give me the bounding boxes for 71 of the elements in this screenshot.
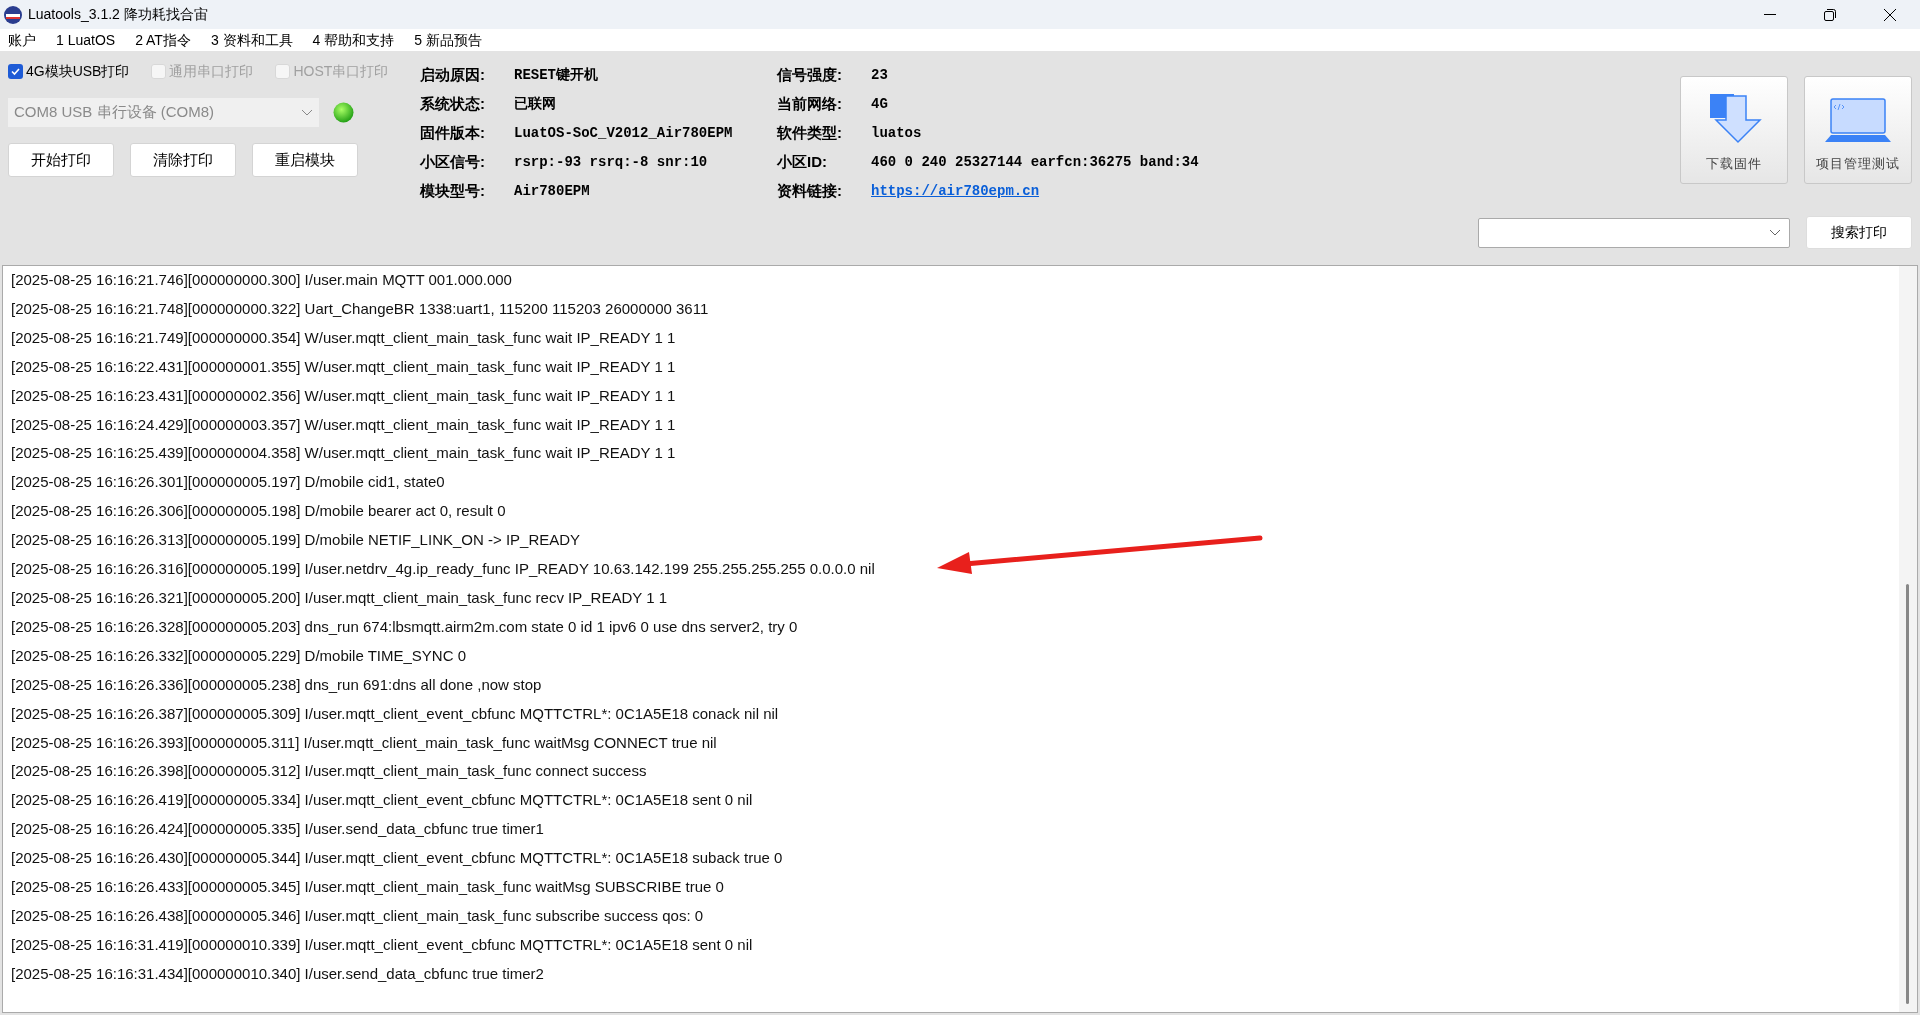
action-button[interactable]: 开始打印 — [8, 143, 114, 177]
info-value: 已联网 — [514, 95, 556, 114]
info-value: rsrp:-93 rsrq:-8 snr:10 — [514, 153, 708, 172]
log-line: [2025-08-25 16:16:21.749][000000000.354] W/user.mqtt_client_main_task_func wait IP_READY 1 1 — [11, 327, 676, 348]
close-icon — [1884, 8, 1896, 21]
dropdown-caret-icon — [301, 109, 313, 116]
menu-item[interactable]: 账户 — [8, 29, 36, 51]
info-label: 系统状态: — [420, 94, 486, 115]
log-line: [2025-08-25 16:16:26.419][000000005.334] I/user.mqtt_client_event_cbfunc MQTTCTRL*: 0C1A5E18 sent 0 nil — [11, 790, 753, 811]
log-line: [2025-08-25 16:16:25.439][000000004.358] W/user.mqtt_client_main_task_func wait IP_READY 1 1 — [11, 443, 676, 464]
search-field[interactable] — [1478, 217, 1790, 248]
action-button[interactable]: 重启模块 — [252, 143, 358, 177]
log-line: [2025-08-25 16:16:26.433][000000005.345] I/user.mqtt_client_main_task_func waitMsg SUBSCRIBE true 0 — [11, 877, 724, 898]
info-link[interactable]: https://air780epm.cn — [871, 181, 1040, 202]
menu-item[interactable]: 4 帮助和支持 — [312, 29, 395, 51]
checkbox[interactable] — [8, 63, 23, 79]
search-print-button[interactable]: 搜索打印 — [1806, 216, 1912, 249]
info-value: 460 0 240 25327144 earfcn:36275 band:34 — [871, 153, 1199, 172]
info-value: 23 — [871, 66, 888, 85]
log-line: [2025-08-25 16:16:26.306][000000005.198] D/mobile bearer act 0, result 0 — [11, 501, 506, 522]
status-led-icon — [333, 102, 354, 123]
log-line: [2025-08-25 16:16:23.431][000000002.356] W/user.mqtt_client_main_task_func wait IP_READY 1 1 — [11, 385, 676, 406]
log-line: [2025-08-25 16:16:21.748][000000000.322] Uart_ChangeBR 1338:uart1, 115200 115203 26000000 3611 — [11, 298, 709, 319]
log-line: [2025-08-25 16:16:26.430][000000005.344] I/user.mqtt_client_event_cbfunc MQTTCTRL*: 0C1A5E18 suback true 0 — [11, 848, 783, 869]
info-value: luatos — [871, 124, 922, 143]
menu-item[interactable]: 1 LuatOS — [56, 29, 116, 51]
info-value: 4G — [871, 95, 888, 114]
log-line: [2025-08-25 16:16:31.419][000000010.339] I/user.mqtt_client_event_cbfunc MQTTCTRL*: 0C1A5E18 sent 0 nil — [11, 934, 753, 955]
info-label: 模块型号: — [420, 181, 486, 202]
info-value: LuatOS-SoC_V2012_Air780EPM — [514, 124, 733, 143]
info-label: 启动原因: — [420, 65, 486, 86]
log-line: [2025-08-25 16:16:31.434][000000010.340] I/user.send_data_cbfunc true timer2 — [11, 963, 544, 984]
info-label: 小区信号: — [420, 152, 486, 173]
info-value: RESET键开机 — [514, 66, 598, 85]
log-line: [2025-08-25 16:16:26.438][000000005.346] I/user.mqtt_client_main_task_func subscribe success qos: 0 — [11, 905, 704, 926]
log-line: [2025-08-25 16:16:26.332][000000005.229] D/mobile TIME_SYNC 0 — [11, 645, 467, 666]
menu-item[interactable]: 3 资料和工具 — [210, 29, 293, 51]
tool-button[interactable]: 下载固件 — [1680, 76, 1788, 184]
log-line: [2025-08-25 16:16:22.431][000000001.355] W/user.mqtt_client_main_task_func wait IP_READY 1 1 — [11, 356, 676, 377]
scrollbar[interactable] — [1899, 266, 1917, 1012]
info-label: 当前网络: — [777, 94, 843, 115]
log-line: [2025-08-25 16:16:24.429][000000003.357] W/user.mqtt_client_main_task_func wait IP_READY 1 1 — [11, 414, 676, 435]
log-line: [2025-08-25 16:16:26.301][000000005.197] D/mobile cid1, state0 — [11, 472, 445, 493]
info-value: Air780EPM — [514, 182, 590, 201]
minimize-icon — [1764, 13, 1776, 16]
info-label: 软件类型: — [777, 123, 843, 144]
menu-item[interactable]: 5 新品预告 — [414, 29, 482, 51]
info-label: 小区ID: — [777, 152, 828, 173]
log-line: [2025-08-25 16:16:26.424][000000005.335] I/user.send_data_cbfunc true timer1 — [11, 819, 544, 840]
log-line: [2025-08-25 16:16:26.328][000000005.203] dns_run 674:lbsmqtt.airm2m.com state 0 id 1 ipv6 0 use dns server2, try 0 — [11, 616, 798, 637]
log-line: [2025-08-25 16:16:21.746][000000000.300] I/user.main MQTT 001.000.000 — [11, 270, 512, 290]
tool-button[interactable]: 项目管理测试 — [1804, 76, 1912, 184]
window-title: Luatools_3.1.2 降功耗找合宙 — [28, 5, 208, 24]
action-button[interactable]: 清除打印 — [130, 143, 236, 177]
laptop-code-icon — [1823, 95, 1893, 144]
log-line: [2025-08-25 16:16:26.313][000000005.199] D/mobile NETIF_LINK_ON -> IP_READY — [11, 530, 581, 551]
log-line: [2025-08-25 16:16:26.316][000000005.199] I/user.netdrv_4g.ip_ready_func IP_READY 10.63.142.199 255.255.255.255 0.0.0.0 nil — [11, 559, 875, 580]
app-logo-icon — [3, 4, 23, 25]
restore-icon — [1824, 8, 1836, 21]
log-line: [2025-08-25 16:16:26.398][000000005.312] I/user.mqtt_client_main_task_func connect success — [11, 761, 647, 782]
checkbox-label[interactable]: 4G模块USB打印 — [26, 60, 130, 82]
log-line: [2025-08-25 16:16:26.387][000000005.309] I/user.mqtt_client_event_cbfunc MQTTCTRL*: 0C1A5E18 conack nil nil — [11, 703, 779, 724]
scrollbar-thumb[interactable] — [1906, 584, 1909, 1004]
dropdown-caret-icon — [1769, 229, 1781, 236]
menu-item[interactable]: 2 AT指令 — [135, 29, 191, 51]
info-label: 资料链接: — [777, 181, 843, 202]
log-line: [2025-08-25 16:16:26.336][000000005.238] dns_run 691:dns all done ,now stop — [11, 674, 542, 695]
log-line: [2025-08-25 16:16:26.393][000000005.311] I/user.mqtt_client_main_task_func waitMsg CONNECT true nil — [11, 732, 717, 753]
log-line: [2025-08-25 16:16:26.321][000000005.200] I/user.mqtt_client_main_task_func recv IP_READY 1 1 — [11, 587, 667, 608]
info-label: 信号强度: — [777, 65, 843, 86]
info-label: 固件版本: — [420, 123, 486, 144]
